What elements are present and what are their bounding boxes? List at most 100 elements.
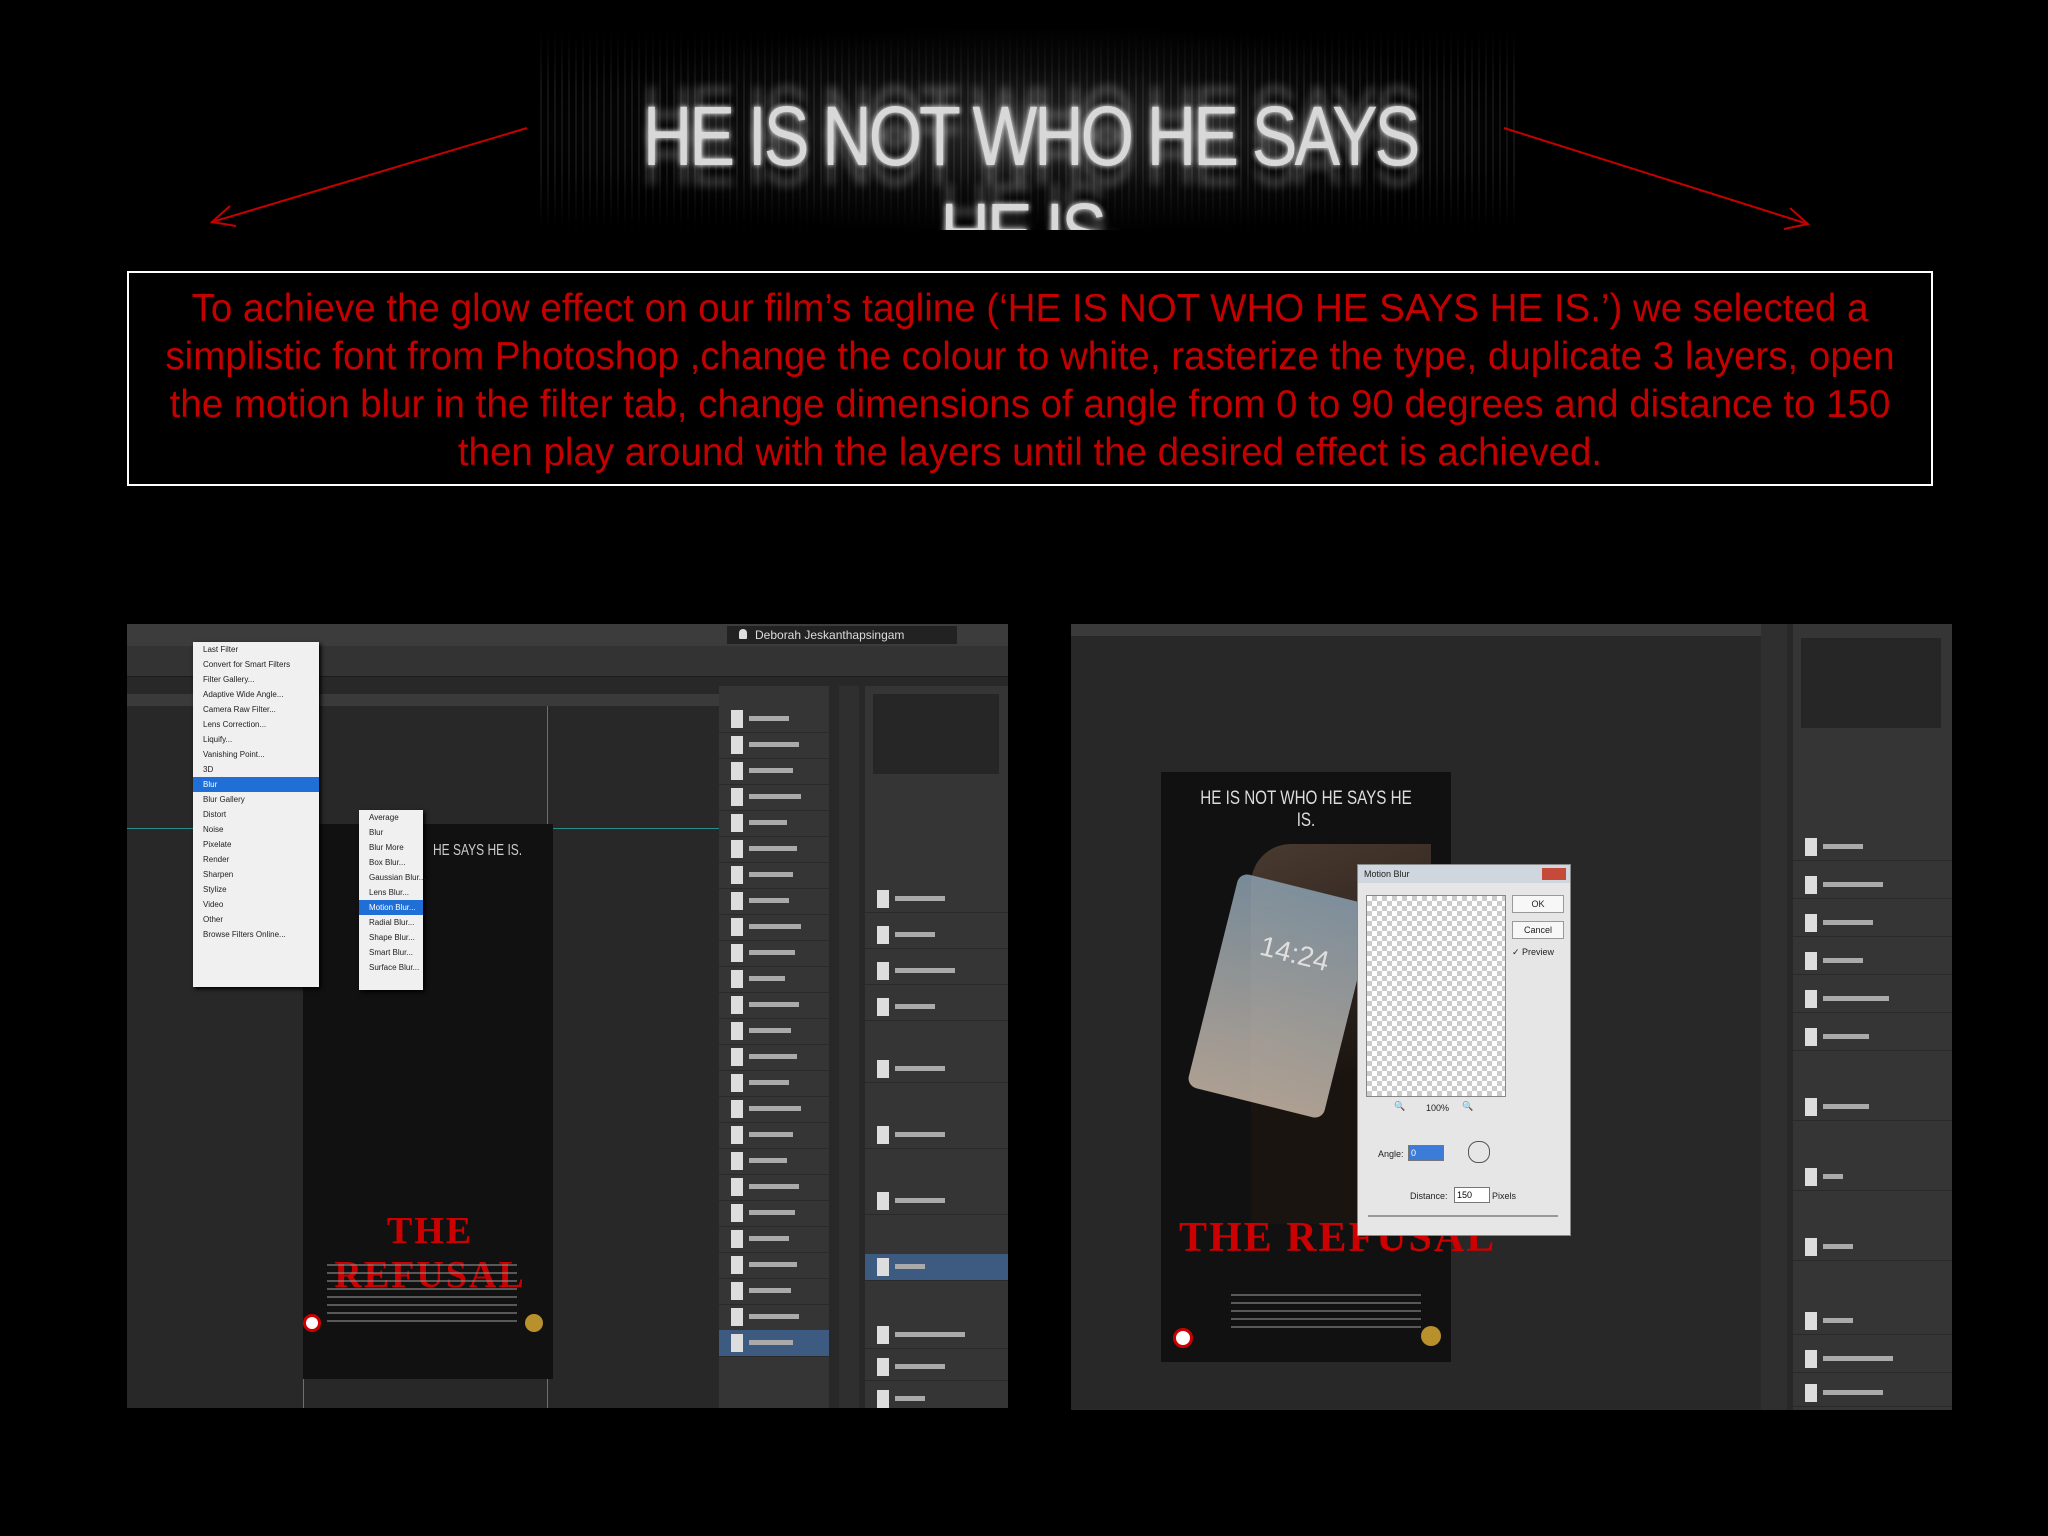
angle-input[interactable]: [1408, 1145, 1444, 1161]
photoshop-screenshot-motion-blur: HE IS NOT WHO HE SAYS HE IS. 14:24 THE R…: [1071, 624, 1952, 1410]
menu-item[interactable]: Other: [193, 912, 319, 927]
menu-item[interactable]: Adaptive Wide Angle...: [193, 687, 319, 702]
history-item[interactable]: [719, 784, 829, 811]
menu-item[interactable]: Browse Filters Online...: [193, 927, 319, 942]
preview-checkbox[interactable]: ✓ Preview: [1512, 947, 1554, 958]
layer-row[interactable]: [865, 886, 1008, 913]
menu-item[interactable]: Render: [193, 852, 319, 867]
history-item[interactable]: [719, 1044, 829, 1071]
history-item[interactable]: [719, 940, 829, 967]
submenu-item[interactable]: Shape Blur...: [359, 930, 423, 945]
menu-item-blur[interactable]: Blur: [193, 777, 319, 792]
menu-item[interactable]: Pixelate: [193, 837, 319, 852]
menu-item[interactable]: Camera Raw Filter...: [193, 702, 319, 717]
layer-row-selected[interactable]: [865, 1254, 1008, 1281]
submenu-item[interactable]: Lens Blur...: [359, 885, 423, 900]
menu-item[interactable]: Filter Gallery...: [193, 672, 319, 687]
menu-item[interactable]: Liquify...: [193, 732, 319, 747]
menu-item[interactable]: Stylize: [193, 882, 319, 897]
layer-row[interactable]: [865, 958, 1008, 985]
history-item[interactable]: [719, 888, 829, 915]
blur-submenu: Average Blur Blur More Box Blur... Gauss…: [359, 810, 425, 990]
layer-row[interactable]: [1793, 1164, 1952, 1191]
distance-label: Distance:: [1410, 1191, 1448, 1201]
layer-row[interactable]: [865, 1056, 1008, 1083]
layer-row[interactable]: [1793, 1094, 1952, 1121]
submenu-item[interactable]: Surface Blur...: [359, 960, 423, 975]
layer-row[interactable]: [865, 1188, 1008, 1215]
ok-button[interactable]: OK: [1512, 895, 1564, 913]
menu-item[interactable]: Last Filter: [193, 642, 319, 657]
cancel-button[interactable]: Cancel: [1512, 921, 1564, 939]
history-item[interactable]: [719, 862, 829, 889]
layer-row[interactable]: [1793, 1024, 1952, 1051]
menu-item[interactable]: Noise: [193, 822, 319, 837]
submenu-item[interactable]: Blur: [359, 825, 423, 840]
submenu-item[interactable]: Gaussian Blur...: [359, 870, 425, 885]
layer-row[interactable]: [865, 922, 1008, 949]
motion-blur-dialog: Motion Blur OK Cancel ✓ Preview 🔍 100% 🔍…: [1357, 864, 1571, 1236]
history-panel: [719, 686, 829, 1408]
submenu-item[interactable]: Smart Blur...: [359, 945, 423, 960]
history-item-current[interactable]: [719, 1330, 829, 1357]
menu-item[interactable]: Blur Gallery: [193, 792, 319, 807]
history-item[interactable]: [719, 1278, 829, 1305]
layer-row[interactable]: [1793, 1346, 1952, 1373]
filter-menu: Last Filter Convert for Smart Filters Fi…: [193, 642, 319, 987]
layer-row[interactable]: [1793, 872, 1952, 899]
menu-item[interactable]: Lens Correction...: [193, 717, 319, 732]
history-item[interactable]: [719, 732, 829, 759]
layer-row[interactable]: [865, 1386, 1008, 1408]
zoom-in-icon[interactable]: 🔍: [1462, 1101, 1473, 1112]
layer-row[interactable]: [865, 1322, 1008, 1349]
layer-row[interactable]: [1793, 986, 1952, 1013]
history-item[interactable]: [719, 1304, 829, 1331]
close-icon[interactable]: [1542, 868, 1566, 880]
history-item[interactable]: [719, 1122, 829, 1149]
user-name: Deborah Jeskanthapsingam: [755, 628, 905, 642]
zoom-out-icon[interactable]: 🔍: [1394, 1101, 1405, 1112]
history-item[interactable]: [719, 706, 829, 733]
layer-row[interactable]: [1793, 1234, 1952, 1261]
distance-slider[interactable]: [1368, 1215, 1558, 1217]
history-item[interactable]: [719, 1252, 829, 1279]
poster-tagline: HE IS NOT WHO HE SAYS HE IS.: [1200, 788, 1412, 831]
history-item[interactable]: [719, 836, 829, 863]
submenu-item[interactable]: Average: [359, 810, 423, 825]
menu-item[interactable]: Convert for Smart Filters: [193, 657, 319, 672]
menu-item[interactable]: Video: [193, 897, 319, 912]
menu-item[interactable]: Sharpen: [193, 867, 319, 882]
history-item[interactable]: [719, 966, 829, 993]
history-item[interactable]: [719, 1018, 829, 1045]
submenu-item-motion-blur[interactable]: Motion Blur...: [359, 900, 423, 915]
history-item[interactable]: [719, 1070, 829, 1097]
submenu-item[interactable]: Box Blur...: [359, 855, 423, 870]
rating-badge-icon: [303, 1314, 321, 1332]
history-item[interactable]: [719, 992, 829, 1019]
history-item[interactable]: [719, 758, 829, 785]
layer-row[interactable]: [1793, 910, 1952, 937]
layer-row[interactable]: [865, 1354, 1008, 1381]
menu-item[interactable]: 3D: [193, 762, 319, 777]
submenu-item[interactable]: Radial Blur...: [359, 915, 423, 930]
layer-row[interactable]: [865, 1122, 1008, 1149]
distance-input[interactable]: [1454, 1187, 1490, 1203]
layer-row[interactable]: [1793, 1308, 1952, 1335]
menu-item[interactable]: Vanishing Point...: [193, 747, 319, 762]
layer-row[interactable]: [1793, 948, 1952, 975]
history-item[interactable]: [719, 914, 829, 941]
user-account[interactable]: Deborah Jeskanthapsingam: [727, 626, 957, 644]
history-item[interactable]: [719, 1148, 829, 1175]
layer-row[interactable]: [1793, 1380, 1952, 1407]
history-item[interactable]: [719, 1200, 829, 1227]
menu-item[interactable]: Distort: [193, 807, 319, 822]
history-item[interactable]: [719, 1096, 829, 1123]
layer-row[interactable]: [865, 994, 1008, 1021]
submenu-item[interactable]: Blur More: [359, 840, 423, 855]
history-item[interactable]: [719, 1174, 829, 1201]
history-item[interactable]: [719, 1226, 829, 1253]
left-arrow: [211, 127, 528, 223]
layer-row[interactable]: [1793, 834, 1952, 861]
history-item[interactable]: [719, 810, 829, 837]
angle-dial[interactable]: [1468, 1141, 1490, 1163]
